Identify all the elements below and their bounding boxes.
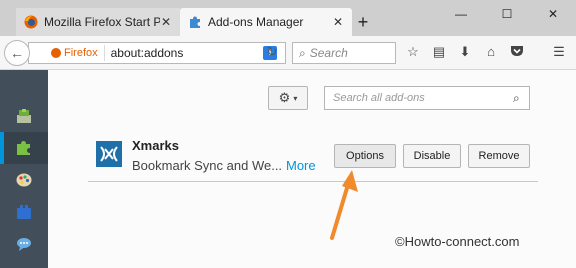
xmarks-logo-icon xyxy=(96,141,122,167)
options-button[interactable]: Options xyxy=(334,144,396,168)
pocket-icon[interactable] xyxy=(506,44,528,62)
chevron-down-icon: ▾ xyxy=(293,93,298,103)
tab-strip: Mozilla Firefox Start Page ✕ Add-ons Man… xyxy=(0,0,576,36)
more-link[interactable]: More xyxy=(286,158,316,173)
firefox-logo-icon xyxy=(24,15,38,29)
back-button[interactable]: ← xyxy=(4,40,30,66)
category-sidebar xyxy=(0,70,48,268)
tab-title: Mozilla Firefox Start Page xyxy=(44,15,160,29)
addon-search-input[interactable]: Search all add-ons ⌕ xyxy=(324,86,530,110)
pointer-arrow-annotation xyxy=(330,170,358,240)
close-tab-icon[interactable]: ✕ xyxy=(332,15,344,29)
search-icon: ⌕ xyxy=(513,90,520,105)
new-tab-button[interactable]: + xyxy=(352,12,374,34)
tab-addons-manager[interactable]: Add-ons Manager ✕ xyxy=(180,8,352,36)
get-addons-icon xyxy=(17,109,31,123)
tools-gear-button[interactable]: ⚙ ▾ xyxy=(268,86,308,110)
watermark-text: ©Howto-connect.com xyxy=(395,234,520,249)
hamburger-menu-icon[interactable]: ☰ xyxy=(548,44,570,62)
reading-list-icon[interactable]: ▤ xyxy=(428,44,450,62)
minimize-button[interactable]: — xyxy=(438,0,484,28)
addon-item-xmarks[interactable]: Xmarks Bookmark Sync and We... More Opti… xyxy=(88,136,538,182)
close-window-button[interactable]: ✕ xyxy=(530,0,576,28)
sidebar-item-appearance[interactable] xyxy=(0,164,48,196)
sidebar-item-get-add-ons[interactable] xyxy=(0,100,48,132)
identity-box[interactable]: Firefox xyxy=(43,45,105,61)
search-placeholder: Search xyxy=(309,46,348,60)
maximize-button[interactable]: ☐ xyxy=(484,0,530,28)
firefox-identity-icon xyxy=(51,48,61,58)
tab-mozilla-start-page[interactable]: Mozilla Firefox Start Page ✕ xyxy=(16,8,180,36)
search-icon: ⌕ xyxy=(299,45,306,60)
reload-icon[interactable]: ↻ xyxy=(262,44,282,62)
plugin-block-icon xyxy=(17,205,31,219)
addons-content: ⚙ ▾ Search all add-ons ⌕ Xmarks Bookmark… xyxy=(0,70,576,268)
sidebar-item-plugins[interactable] xyxy=(0,196,48,228)
puzzle-piece-icon xyxy=(190,16,200,28)
addon-name: Xmarks xyxy=(132,138,179,153)
disable-button[interactable]: Disable xyxy=(403,144,461,168)
url-text[interactable]: about:addons xyxy=(105,46,263,60)
puzzle-piece-icon xyxy=(17,141,30,155)
remove-button[interactable]: Remove xyxy=(468,144,530,168)
search-field[interactable]: ⌕ Search xyxy=(292,42,396,64)
addon-description: Bookmark Sync and We... xyxy=(132,158,283,173)
download-icon[interactable]: ⬇ xyxy=(454,44,476,62)
sidebar-item-extensions[interactable] xyxy=(0,132,48,164)
tab-title: Add-ons Manager xyxy=(208,15,304,29)
addon-search-placeholder: Search all add-ons xyxy=(333,92,425,104)
palette-icon xyxy=(16,173,32,187)
sidebar-item-services[interactable] xyxy=(0,228,48,260)
services-chat-icon xyxy=(17,238,31,251)
url-bar[interactable]: Firefox about:addons i xyxy=(28,42,286,64)
gear-icon: ⚙ xyxy=(278,90,291,105)
home-icon[interactable]: ⌂ xyxy=(480,44,502,62)
navigation-toolbar: Firefox about:addons i ← ↻ ⌕ Search ☆ ▤ … xyxy=(0,36,576,70)
identity-label: Firefox xyxy=(64,47,98,59)
close-tab-icon[interactable]: ✕ xyxy=(160,15,172,29)
bookmark-star-icon[interactable]: ☆ xyxy=(402,44,424,62)
